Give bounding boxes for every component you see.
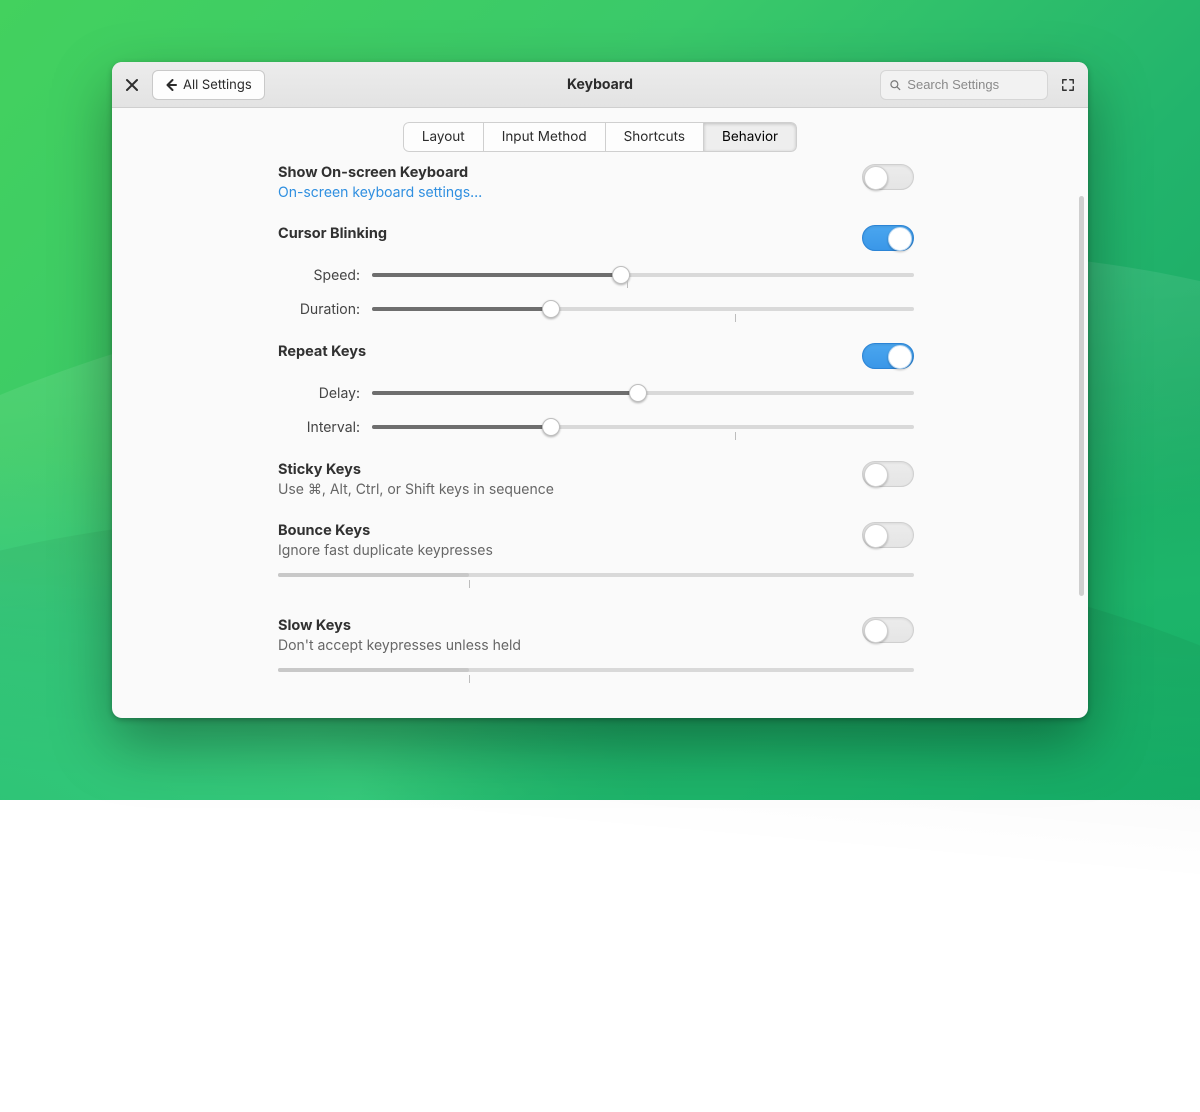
tab-behavior[interactable]: Behavior — [704, 122, 797, 152]
section-bounce-keys: Bounce Keys Ignore fast duplicate keypre… — [278, 522, 914, 593]
cursor-title: Cursor Blinking — [278, 225, 387, 242]
slow-switch[interactable] — [862, 617, 914, 643]
search-icon — [889, 78, 901, 92]
arrow-left-icon — [165, 79, 177, 91]
search-field[interactable] — [880, 70, 1048, 100]
slow-sub: Don't accept keypresses unless held — [278, 637, 521, 654]
sticky-sub: Use ⌘, Alt, Ctrl, or Shift keys in seque… — [278, 481, 554, 498]
cursor-duration-slider[interactable] — [372, 299, 914, 319]
back-button-label: All Settings — [183, 77, 252, 93]
cursor-duration-label: Duration: — [278, 301, 372, 318]
tab-input-method[interactable]: Input Method — [484, 122, 606, 152]
back-all-settings-button[interactable]: All Settings — [152, 70, 265, 100]
section-on-screen-keyboard: Show On-screen Keyboard On-screen keyboa… — [278, 164, 914, 201]
cursor-speed-slider[interactable] — [372, 265, 914, 285]
repeat-switch[interactable] — [862, 343, 914, 369]
repeat-delay-label: Delay: — [278, 385, 372, 402]
repeat-delay-slider[interactable] — [372, 383, 914, 403]
close-icon[interactable] — [122, 75, 142, 95]
sticky-title: Sticky Keys — [278, 461, 554, 478]
sticky-switch[interactable] — [862, 461, 914, 487]
repeat-interval-slider[interactable] — [372, 417, 914, 437]
headerbar: All Settings Keyboard — [112, 62, 1088, 108]
section-repeat-keys: Repeat Keys Delay: Interval: — [278, 343, 914, 437]
section-sticky-keys: Sticky Keys Use ⌘, Alt, Ctrl, or Shift k… — [278, 461, 914, 498]
cursor-switch[interactable] — [862, 225, 914, 251]
page-title: Keyboard — [432, 76, 768, 93]
osk-title: Show On-screen Keyboard — [278, 164, 482, 181]
tab-shortcuts[interactable]: Shortcuts — [606, 122, 704, 152]
osk-switch[interactable] — [862, 164, 914, 190]
bounce-title: Bounce Keys — [278, 522, 493, 539]
bounce-slider[interactable] — [278, 569, 914, 593]
bounce-switch[interactable] — [862, 522, 914, 548]
cursor-speed-label: Speed: — [278, 267, 372, 284]
osk-settings-link[interactable]: On-screen keyboard settings… — [278, 184, 482, 201]
content-area: Show On-screen Keyboard On-screen keyboa… — [112, 152, 1088, 718]
repeat-title: Repeat Keys — [278, 343, 366, 360]
tab-layout[interactable]: Layout — [403, 122, 484, 152]
tabs: Layout Input Method Shortcuts Behavior — [403, 122, 797, 152]
slow-slider[interactable] — [278, 664, 914, 688]
section-cursor-blinking: Cursor Blinking Speed: Duration: — [278, 225, 914, 319]
settings-window: All Settings Keyboard Layout Input Meth — [112, 62, 1088, 718]
slow-title: Slow Keys — [278, 617, 521, 634]
repeat-interval-label: Interval: — [278, 419, 372, 436]
maximize-icon[interactable] — [1058, 75, 1078, 95]
tabs-row: Layout Input Method Shortcuts Behavior — [112, 108, 1088, 152]
bounce-sub: Ignore fast duplicate keypresses — [278, 542, 493, 559]
section-slow-keys: Slow Keys Don't accept keypresses unless… — [278, 617, 914, 688]
search-input[interactable] — [907, 77, 1039, 92]
